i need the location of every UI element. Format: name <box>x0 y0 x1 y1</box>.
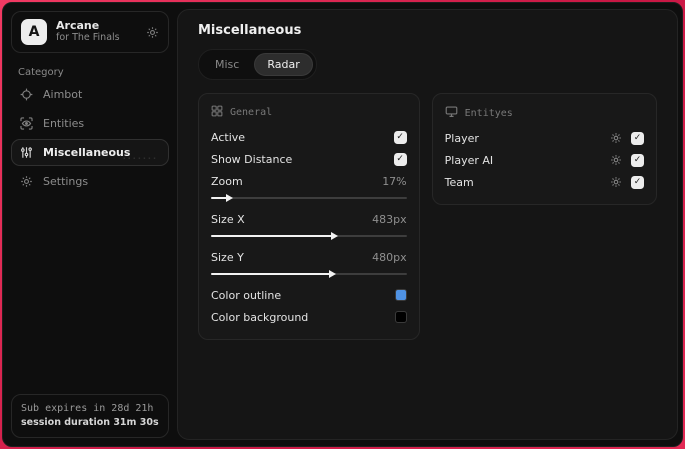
background-color-swatch[interactable] <box>394 311 407 323</box>
player-settings-gear-icon[interactable] <box>610 132 622 144</box>
app-name: Arcane <box>56 19 100 33</box>
grid-icon <box>211 105 223 120</box>
sub-expiry-text: Sub expires in 28d 21h <box>21 403 154 414</box>
slider-thumb[interactable] <box>211 194 233 202</box>
entity-label: Team <box>444 175 474 189</box>
sidebar-item-miscellaneous[interactable]: Miscellaneous ······· <box>11 139 169 166</box>
sidebar-item-settings[interactable]: Settings <box>11 168 169 195</box>
app-title-block: Arcane for The Finals <box>56 19 120 45</box>
entities-panel-title: Entityes <box>464 107 513 119</box>
entity-row-player-ai: Player AI <box>445 149 644 171</box>
slider-row-size-y: Size Y 480px <box>211 246 407 268</box>
slider-row-size-x: Size X 483px <box>211 208 407 230</box>
color-row-outline: Color outline <box>211 284 407 306</box>
subscription-box: Sub expires in 28d 21h session duration … <box>11 394 169 438</box>
sidebar: A Arcane for The Finals Category Aimbot … <box>3 3 177 446</box>
general-panel-header: General <box>211 105 407 120</box>
slider-value: 480px <box>372 250 407 264</box>
tab-misc[interactable]: Misc <box>202 53 252 76</box>
sidebar-item-label: Entities <box>43 117 85 130</box>
size-x-slider[interactable] <box>211 231 407 241</box>
player-ai-checkbox[interactable] <box>631 153 644 167</box>
sidebar-item-label: Settings <box>43 175 89 188</box>
gear-icon <box>20 175 33 188</box>
app-window: A Arcane for The Finals Category Aimbot … <box>2 2 683 447</box>
header-gear-icon[interactable] <box>146 26 159 39</box>
monitor-icon <box>445 105 458 121</box>
slider-value: 483px <box>372 212 407 226</box>
app-logo: A <box>21 19 47 45</box>
entity-row-team: Team <box>445 171 644 193</box>
general-panel: General Active Show Distance Zoom 17% <box>198 93 420 340</box>
entity-label: Player <box>444 131 479 145</box>
app-subtitle: for The Finals <box>56 32 120 44</box>
entities-panel-header: Entityes <box>445 105 644 121</box>
sidebar-item-aimbot[interactable]: Aimbot <box>11 81 169 108</box>
active-checkbox[interactable] <box>393 130 407 144</box>
slider-label: Size Y <box>211 250 244 264</box>
tab-radar[interactable]: Radar <box>254 53 313 76</box>
slider-thumb[interactable] <box>211 232 339 240</box>
player-checkbox[interactable] <box>631 131 644 145</box>
tab-bar: Misc Radar <box>198 49 317 80</box>
zoom-slider[interactable] <box>211 193 407 203</box>
sidebar-item-label: Aimbot <box>43 88 83 101</box>
crosshair-icon <box>20 88 33 101</box>
general-panel-title: General <box>230 107 273 118</box>
entity-row-player: Player <box>445 127 644 149</box>
slider-value: 17% <box>382 174 407 188</box>
slider-thumb[interactable] <box>211 270 337 278</box>
toggle-row-active: Active <box>211 126 407 148</box>
sidebar-item-label: Miscellaneous <box>43 146 131 159</box>
player-ai-settings-gear-icon[interactable] <box>610 154 622 166</box>
panels-row: General Active Show Distance Zoom 17% <box>198 93 657 340</box>
eye-scan-icon <box>20 117 33 130</box>
outline-color-swatch[interactable] <box>394 289 407 301</box>
show-distance-checkbox[interactable] <box>393 152 407 166</box>
app-header-card: A Arcane for The Finals <box>11 11 169 53</box>
slider-label: Zoom <box>211 174 243 188</box>
main-content: Miscellaneous Misc Radar General Active … <box>177 9 678 440</box>
slider-row-zoom: Zoom 17% <box>211 170 407 192</box>
slider-track <box>211 197 407 199</box>
color-label: Color outline <box>211 288 282 302</box>
toggle-label: Active <box>211 130 246 144</box>
toggle-label: Show Distance <box>211 152 293 166</box>
toggle-row-show-distance: Show Distance <box>211 148 407 170</box>
team-settings-gear-icon[interactable] <box>610 176 622 188</box>
category-label: Category <box>18 67 64 78</box>
color-row-background: Color background <box>211 306 407 328</box>
team-checkbox[interactable] <box>631 175 644 189</box>
sidebar-nav: Aimbot Entities Miscellaneous ······· Se… <box>3 81 177 195</box>
session-duration-text: session duration 31m 30s <box>21 417 159 428</box>
entities-panel: Entityes Player P <box>431 93 657 205</box>
sidebar-item-entities[interactable]: Entities <box>11 110 169 137</box>
page-title: Miscellaneous <box>198 23 302 38</box>
color-label: Color background <box>211 310 309 324</box>
entity-label: Player AI <box>444 153 494 167</box>
sliders-icon <box>20 146 33 159</box>
size-y-slider[interactable] <box>211 269 407 279</box>
watermark-dots: ······· <box>122 154 158 163</box>
slider-label: Size X <box>211 212 245 226</box>
